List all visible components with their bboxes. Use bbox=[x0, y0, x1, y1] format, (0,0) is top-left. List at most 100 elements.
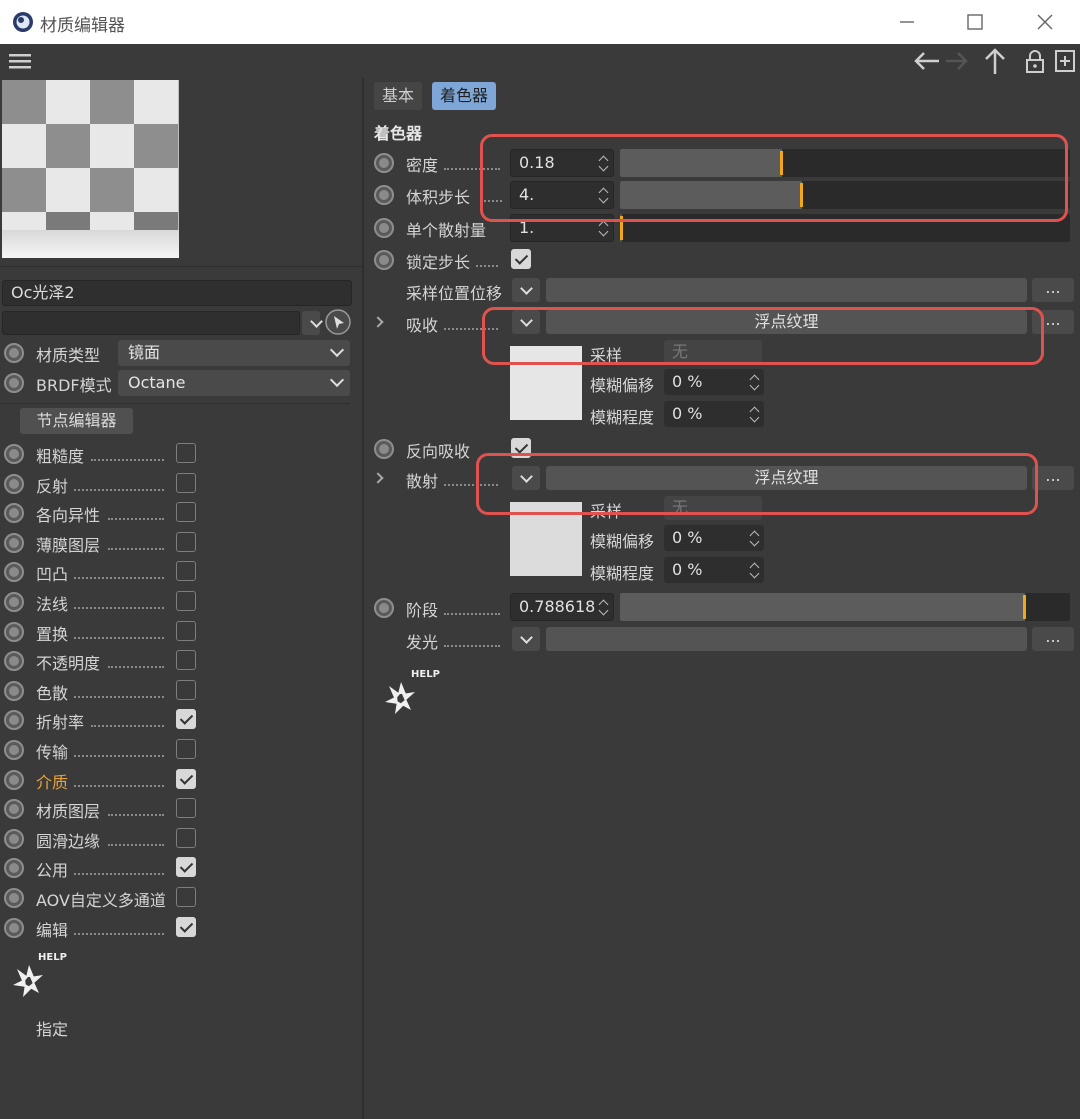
channel-checkbox[interactable] bbox=[176, 709, 196, 730]
channel-checkbox[interactable] bbox=[176, 887, 196, 907]
channel-checkbox[interactable] bbox=[176, 768, 196, 789]
channel-radio[interactable] bbox=[4, 444, 24, 464]
material-name-field[interactable]: Oc光泽2 bbox=[2, 280, 352, 306]
phase-slider[interactable] bbox=[620, 593, 1070, 621]
cinema4d-logo-icon bbox=[13, 12, 33, 32]
channel-checkbox[interactable] bbox=[176, 472, 196, 493]
channel-radio[interactable] bbox=[4, 710, 24, 731]
channel-label[interactable]: 色散 bbox=[36, 680, 68, 704]
channel-checkbox[interactable] bbox=[176, 561, 196, 582]
channel-label[interactable]: 折射率 bbox=[36, 709, 84, 733]
close-icon[interactable] bbox=[1030, 8, 1060, 36]
channel-radio[interactable] bbox=[4, 917, 24, 938]
scatter-expand-icon[interactable] bbox=[372, 472, 384, 484]
minimize-icon[interactable] bbox=[892, 8, 922, 36]
volume-step-radio[interactable] bbox=[374, 185, 394, 205]
back-arrow-icon[interactable] bbox=[912, 49, 942, 73]
emission-bar[interactable] bbox=[546, 627, 1027, 651]
emission-ellipsis-button[interactable]: ... bbox=[1032, 627, 1074, 651]
brdf-radio[interactable] bbox=[4, 373, 24, 393]
material-type-dropdown[interactable]: 镜面 bbox=[118, 340, 350, 366]
channel-label[interactable]: 不透明度 bbox=[36, 650, 100, 674]
material-preview[interactable] bbox=[2, 80, 179, 258]
channel-checkbox[interactable] bbox=[176, 620, 196, 641]
channel-label[interactable]: 圆滑边缘 bbox=[36, 828, 100, 852]
channel-label[interactable]: 材质图层 bbox=[36, 798, 100, 822]
channel-label[interactable]: AOV自定义多通道 bbox=[36, 887, 166, 911]
channel-label[interactable]: 反射 bbox=[36, 473, 68, 497]
channel-label[interactable]: 法线 bbox=[36, 591, 68, 615]
channel-checkbox[interactable] bbox=[176, 443, 196, 463]
invert-abs-radio[interactable] bbox=[374, 439, 394, 459]
channel-checkbox[interactable] bbox=[176, 916, 196, 937]
channel-label[interactable]: 各向异性 bbox=[36, 502, 100, 526]
lock-icon[interactable] bbox=[1024, 48, 1046, 74]
channel-radio[interactable] bbox=[4, 680, 24, 701]
left-panel: Oc光泽2 材质类型 镜面 BRDF模式 Octane 节点编辑器 粗糙度 反射各… bbox=[0, 78, 362, 1119]
material-type-radio[interactable] bbox=[4, 343, 24, 363]
scatter-blur-offset-input[interactable]: 0 % bbox=[664, 525, 764, 551]
phase-input[interactable]: 0.788618 bbox=[510, 593, 614, 621]
absorption-blur-offset-input[interactable]: 0 % bbox=[664, 369, 764, 395]
node-editor-button[interactable]: 节点编辑器 bbox=[20, 408, 133, 434]
channel-checkbox[interactable] bbox=[176, 739, 196, 759]
channel-checkbox[interactable] bbox=[176, 650, 196, 671]
absorption-blur-offset-label: 模糊偏移 bbox=[590, 376, 655, 395]
channel-checkbox[interactable] bbox=[176, 798, 196, 819]
absorption-expand-icon[interactable] bbox=[372, 316, 384, 328]
hamburger-menu-icon[interactable] bbox=[8, 52, 32, 70]
help-text-right: HELP bbox=[411, 669, 440, 680]
sample-pos-ellipsis-button[interactable]: ... bbox=[1032, 278, 1074, 302]
channel-radio[interactable] bbox=[4, 769, 24, 790]
channel-radio[interactable] bbox=[4, 532, 24, 553]
channel-checkbox[interactable] bbox=[176, 531, 196, 552]
scatter-blur-degree-input[interactable]: 0 % bbox=[664, 557, 764, 583]
sample-pos-dropdown[interactable] bbox=[512, 278, 540, 302]
single-scatter-radio[interactable] bbox=[374, 218, 394, 238]
channel-label[interactable]: 粗糙度 bbox=[36, 443, 84, 467]
channel-checkbox[interactable] bbox=[176, 679, 196, 700]
channel-checkbox[interactable] bbox=[176, 827, 196, 848]
channel-label[interactable]: 公用 bbox=[36, 857, 68, 881]
assign-label[interactable]: 指定 bbox=[36, 1016, 68, 1040]
absorption-blur-degree-input[interactable]: 0 % bbox=[664, 401, 764, 427]
channel-radio[interactable] bbox=[4, 651, 24, 672]
channel-radio[interactable] bbox=[4, 503, 24, 524]
forward-arrow-icon[interactable] bbox=[944, 49, 970, 73]
channel-radio[interactable] bbox=[4, 888, 24, 908]
lock-step-radio[interactable] bbox=[374, 250, 394, 270]
channel-radio[interactable] bbox=[4, 828, 24, 849]
channel-label[interactable]: 置换 bbox=[36, 621, 68, 645]
channel-label[interactable]: 传输 bbox=[36, 739, 68, 763]
channel-radio[interactable] bbox=[4, 621, 24, 642]
channel-radio[interactable] bbox=[4, 799, 24, 820]
up-arrow-icon[interactable] bbox=[982, 47, 1008, 75]
search-dropdown-toggle[interactable] bbox=[302, 311, 320, 335]
search-field[interactable] bbox=[2, 311, 300, 335]
channel-checkbox[interactable] bbox=[176, 502, 196, 523]
channel-radio[interactable] bbox=[4, 562, 24, 583]
scatter-ellipsis-button[interactable]: ... bbox=[1032, 466, 1074, 490]
channel-radio[interactable] bbox=[4, 740, 24, 760]
brdf-dropdown[interactable]: Octane bbox=[118, 370, 350, 396]
channel-radio[interactable] bbox=[4, 592, 24, 612]
phase-radio[interactable] bbox=[374, 598, 394, 618]
lock-step-checkbox[interactable] bbox=[511, 249, 531, 269]
maximize-icon[interactable] bbox=[960, 8, 990, 36]
channel-label[interactable]: 编辑 bbox=[36, 917, 68, 941]
pick-cursor-icon[interactable] bbox=[324, 308, 352, 336]
channel-radio[interactable] bbox=[4, 473, 24, 494]
channel-label[interactable]: 介质 bbox=[36, 769, 68, 793]
channel-label[interactable]: 薄膜图层 bbox=[36, 532, 100, 556]
window-titlebar: 材质编辑器 bbox=[0, 0, 1080, 44]
new-panel-icon[interactable] bbox=[1054, 49, 1076, 73]
channel-checkbox[interactable] bbox=[176, 857, 196, 878]
tab-shader[interactable]: 着色器 bbox=[432, 82, 497, 110]
channel-radio[interactable] bbox=[4, 858, 24, 879]
emission-dropdown[interactable] bbox=[512, 627, 540, 651]
tab-basic[interactable]: 基本 bbox=[374, 82, 423, 110]
channel-checkbox[interactable] bbox=[176, 591, 196, 611]
sample-pos-bar[interactable] bbox=[546, 278, 1027, 302]
channel-label[interactable]: 凹凸 bbox=[36, 561, 68, 585]
density-radio[interactable] bbox=[374, 153, 394, 173]
